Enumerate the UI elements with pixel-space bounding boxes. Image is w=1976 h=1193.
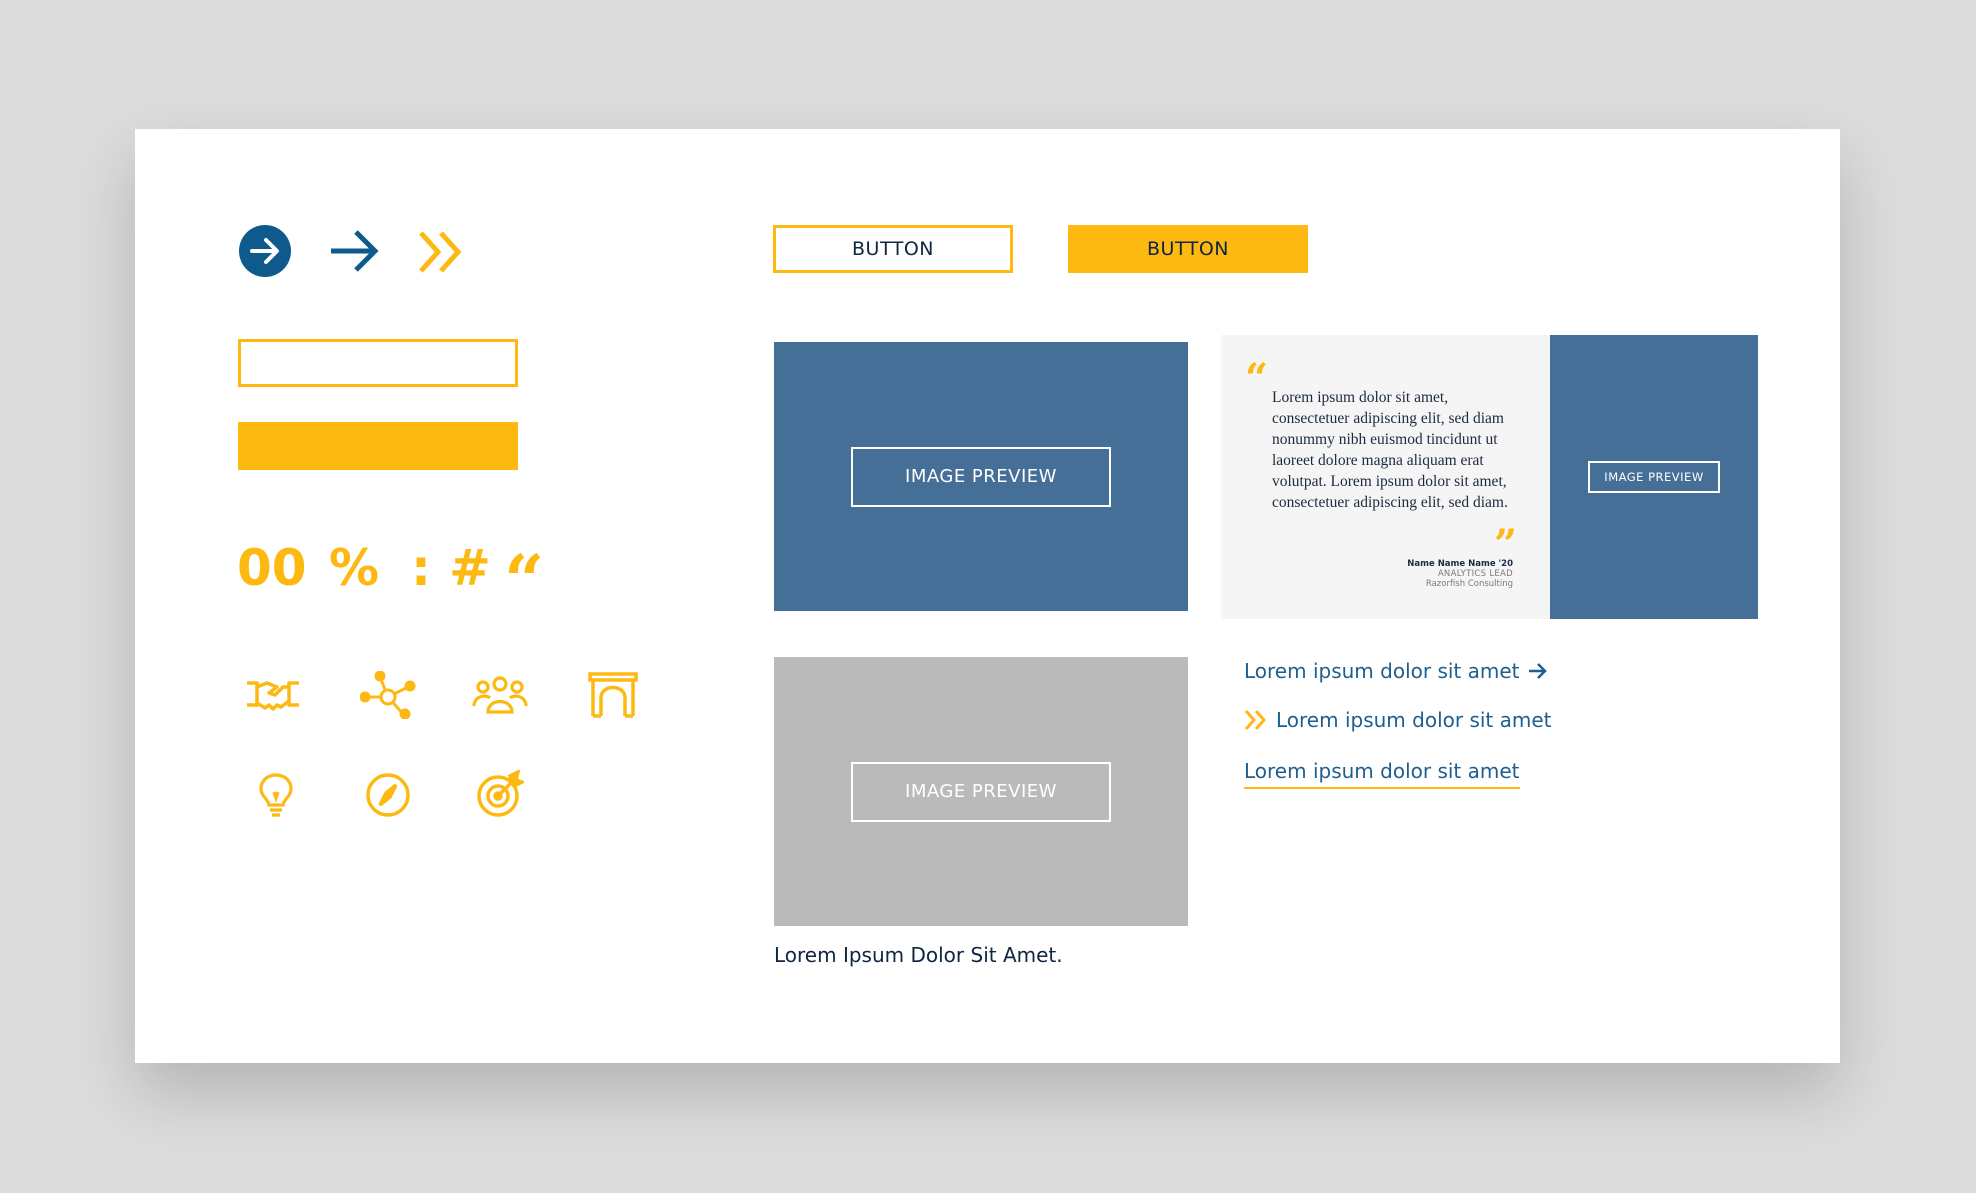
image-preview-label: IMAGE PREVIEW bbox=[851, 761, 1111, 822]
testimonial-image-label: IMAGE PREVIEW bbox=[1588, 461, 1720, 493]
arch-icon bbox=[588, 672, 638, 723]
outline-input-sample[interactable] bbox=[238, 339, 518, 387]
filled-bar-sample bbox=[238, 422, 518, 470]
double-chevron-right-icon[interactable] bbox=[418, 230, 468, 274]
handshake-icon bbox=[245, 675, 301, 720]
image-preview-gray: IMAGE PREVIEW bbox=[774, 657, 1188, 926]
arrow-right-icon bbox=[1528, 663, 1547, 679]
hash-glyph: # bbox=[449, 539, 491, 597]
filled-button[interactable]: BUTTON bbox=[1068, 225, 1308, 273]
quote-glyph: “ bbox=[504, 539, 545, 622]
number-glyphs: 00 % : # “ bbox=[237, 534, 545, 622]
colon-glyph: : bbox=[411, 539, 431, 597]
network-icon bbox=[359, 670, 416, 724]
image-preview-blue: IMAGE PREVIEW bbox=[774, 342, 1188, 611]
style-guide-card: 00 % : # “ BUTTON BUTTON IMAGE PREVIEW “… bbox=[135, 129, 1840, 1063]
arrow-right-icon[interactable] bbox=[329, 228, 379, 274]
target-icon bbox=[476, 768, 527, 823]
image-preview-label: IMAGE PREVIEW bbox=[851, 446, 1111, 507]
chevron-link-label: Lorem ipsum dolor sit amet bbox=[1276, 708, 1552, 732]
arrow-link[interactable]: Lorem ipsum dolor sit amet bbox=[1244, 659, 1548, 683]
percent-glyph: % bbox=[329, 539, 380, 597]
testimonial-attribution: Name Name Name '20 ANALYTICS LEAD Razorf… bbox=[1407, 559, 1513, 589]
image-caption: Lorem Ipsum Dolor Sit Amet. bbox=[774, 943, 1063, 967]
compass-icon bbox=[365, 772, 411, 823]
arrow-link-label: Lorem ipsum dolor sit amet bbox=[1244, 659, 1520, 683]
outline-button[interactable]: BUTTON bbox=[773, 225, 1013, 273]
testimonial-company: Razorfish Consulting bbox=[1425, 579, 1513, 589]
team-icon bbox=[472, 676, 528, 719]
lightbulb-icon bbox=[258, 772, 294, 823]
underline-link[interactable]: Lorem ipsum dolor sit amet bbox=[1244, 759, 1520, 789]
testimonial-card: “ Lorem ipsum dolor sit amet, consectetu… bbox=[1221, 335, 1758, 619]
double-chevron-right-icon bbox=[1244, 710, 1267, 730]
arrow-right-circle-icon[interactable] bbox=[239, 225, 291, 277]
testimonial-name: Name Name Name '20 bbox=[1407, 559, 1513, 569]
testimonial-text: Lorem ipsum dolor sit amet, consectetuer… bbox=[1272, 389, 1508, 511]
zero-glyph: 00 bbox=[237, 539, 307, 597]
testimonial-role: ANALYTICS LEAD bbox=[1437, 569, 1513, 579]
testimonial-image-preview: IMAGE PREVIEW bbox=[1550, 335, 1758, 619]
chevron-link[interactable]: Lorem ipsum dolor sit amet bbox=[1244, 708, 1552, 732]
open-quote-icon: “ bbox=[1245, 355, 1269, 402]
